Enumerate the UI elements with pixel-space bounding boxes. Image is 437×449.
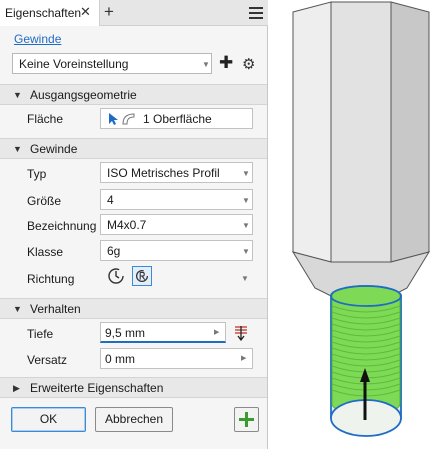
preset-value: Keine Voreinstellung bbox=[19, 57, 129, 71]
section-title: Ausgangsgeometrie bbox=[30, 88, 137, 102]
tab-properties[interactable]: Eigenschaften ✕ bbox=[0, 0, 100, 26]
hex-face-left bbox=[292, 1, 332, 263]
type-label: Typ bbox=[27, 167, 47, 181]
select-arrow-icon bbox=[109, 113, 135, 125]
left-hand-thread-icon[interactable] bbox=[106, 266, 126, 286]
chevron-right-icon[interactable]: ▶ bbox=[214, 328, 219, 336]
chevron-down-icon[interactable]: ▼ bbox=[241, 274, 249, 283]
right-hand-thread-icon[interactable] bbox=[132, 266, 152, 286]
class-dropdown[interactable]: 6g ▼ bbox=[100, 240, 253, 261]
expand-triangle-icon: ▶ bbox=[13, 383, 20, 393]
face-label: Fläche bbox=[27, 112, 64, 126]
section-title: Gewinde bbox=[30, 142, 78, 156]
chevron-down-icon: ▼ bbox=[242, 221, 250, 230]
designation-value: M4x0.7 bbox=[107, 218, 147, 232]
offset-input[interactable]: 0 mm ▶ bbox=[100, 348, 253, 369]
depth-label: Tiefe bbox=[27, 327, 54, 341]
face-selector[interactable]: 1 Oberfläche bbox=[100, 108, 253, 129]
type-value: ISO Metrisches Profil bbox=[107, 166, 220, 180]
flip-direction-icon[interactable] bbox=[234, 325, 248, 341]
close-icon[interactable]: ✕ bbox=[80, 4, 91, 20]
collapse-triangle-icon: ▼ bbox=[13, 304, 22, 314]
depth-input[interactable]: 9,5 mm ▶ bbox=[100, 322, 226, 343]
direction-label: Richtung bbox=[27, 272, 75, 286]
section-behavior[interactable]: ▼ Verhalten bbox=[0, 298, 267, 319]
hamburger-menu-icon[interactable] bbox=[249, 7, 263, 19]
apply-button[interactable] bbox=[234, 407, 259, 432]
tab-bar: Eigenschaften ✕ + bbox=[0, 0, 268, 26]
properties-panel: Eigenschaften ✕ + Gewinde Keine Voreinst… bbox=[0, 0, 268, 449]
add-preset-icon[interactable]: ✚ bbox=[219, 53, 233, 73]
section-input-geometry[interactable]: ▼ Ausgangsgeometrie bbox=[0, 84, 267, 105]
section-advanced[interactable]: ▶ Erweiterte Eigenschaften bbox=[0, 377, 267, 398]
size-label: Größe bbox=[27, 194, 62, 208]
chevron-down-icon: ▼ bbox=[242, 247, 250, 256]
section-thread[interactable]: ▼ Gewinde bbox=[0, 138, 267, 159]
collapse-triangle-icon: ▼ bbox=[13, 144, 22, 154]
tab-properties-label: Eigenschaften bbox=[5, 6, 82, 20]
class-value: 6g bbox=[107, 244, 121, 258]
section-title: Erweiterte Eigenschaften bbox=[30, 381, 164, 395]
size-dropdown[interactable]: 4 ▼ bbox=[100, 189, 253, 210]
type-dropdown[interactable]: ISO Metrisches Profil ▼ bbox=[100, 162, 253, 183]
collapse-triangle-icon: ▼ bbox=[13, 90, 22, 100]
offset-label: Versatz bbox=[27, 353, 68, 367]
class-label: Klasse bbox=[27, 245, 64, 259]
preset-dropdown[interactable]: Keine Voreinstellung ▼ bbox=[12, 53, 212, 74]
gear-icon[interactable]: ⚙ bbox=[242, 55, 255, 73]
size-value: 4 bbox=[107, 193, 114, 207]
model-viewport[interactable] bbox=[269, 0, 437, 449]
cancel-button[interactable]: Abbrechen bbox=[95, 407, 173, 432]
ok-button[interactable]: OK bbox=[11, 407, 86, 432]
section-title: Verhalten bbox=[30, 302, 81, 316]
designation-dropdown[interactable]: M4x0.7 ▼ bbox=[100, 214, 253, 235]
designation-label: Bezeichnung bbox=[27, 219, 97, 233]
chevron-down-icon: ▼ bbox=[242, 196, 250, 205]
chevron-right-icon[interactable]: ▶ bbox=[241, 354, 246, 362]
hex-face-right bbox=[390, 1, 430, 263]
offset-value: 0 mm bbox=[105, 352, 135, 366]
plus-icon bbox=[239, 412, 254, 427]
hex-face-front bbox=[330, 1, 392, 263]
face-value: 1 Oberfläche bbox=[143, 112, 212, 126]
depth-value: 9,5 mm bbox=[105, 326, 146, 340]
chevron-down-icon: ▼ bbox=[202, 60, 210, 69]
chevron-down-icon: ▼ bbox=[242, 169, 250, 178]
tab-thread[interactable]: Gewinde bbox=[14, 32, 61, 46]
add-tab-icon[interactable]: + bbox=[104, 2, 114, 22]
